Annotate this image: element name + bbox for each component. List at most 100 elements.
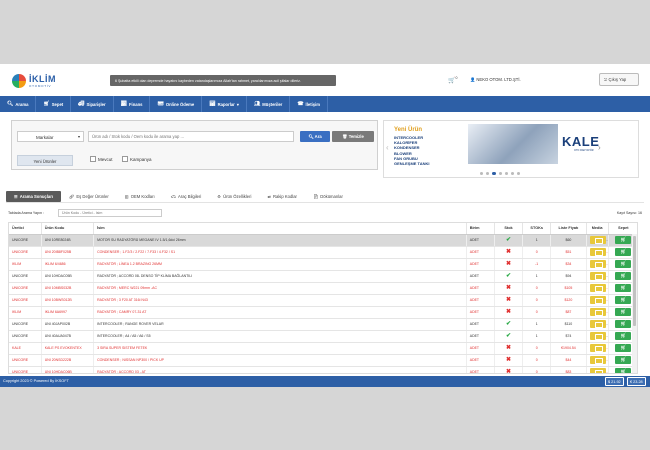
add-to-cart-icon[interactable]: 🛒︎ bbox=[615, 248, 632, 256]
carousel-next-icon[interactable]: › bbox=[598, 143, 601, 152]
add-to-cart-icon[interactable]: 🛒︎ bbox=[615, 236, 632, 244]
add-to-cart-icon[interactable]: 🛒︎ bbox=[615, 284, 632, 292]
cell-stok: ✖ bbox=[494, 258, 524, 271]
cell-birim: ADET bbox=[466, 366, 495, 373]
image-icon[interactable] bbox=[589, 332, 606, 340]
cell-liste-fiyati: $74 bbox=[550, 330, 587, 343]
tab-oem-kodlari[interactable]: ▥ OEM Kodları bbox=[117, 191, 163, 202]
cell-urun-kodu: UNI 10HDAC05B bbox=[41, 270, 95, 283]
tab-urun-ozellikleri[interactable]: ⚙ Ürün Özellikleri bbox=[209, 191, 259, 202]
add-to-cart-icon[interactable]: 🛒︎ bbox=[615, 308, 632, 316]
header-cart[interactable]: 🛒0 bbox=[448, 76, 457, 84]
tab-dokumanlar[interactable]: 📄︎ Dökümanlar bbox=[305, 191, 351, 202]
nav-item-arama[interactable]: 🔍︎ Arama bbox=[0, 96, 37, 112]
user-menu[interactable]: 👤 NEKO OTOM. LTD.ŞTİ. bbox=[470, 77, 521, 83]
carousel-dot[interactable] bbox=[510, 172, 515, 176]
carousel-dot[interactable] bbox=[504, 172, 508, 176]
column-header[interactable]: Media bbox=[586, 223, 609, 235]
phone-icon: ☎ bbox=[297, 101, 304, 107]
image-icon[interactable] bbox=[589, 272, 606, 280]
nav-item-online-odeme[interactable]: 💳︎ Online Ödeme bbox=[150, 96, 203, 112]
add-to-cart-icon[interactable]: 🛒︎ bbox=[615, 368, 632, 373]
table-filter-input[interactable] bbox=[58, 209, 162, 217]
search-input[interactable] bbox=[88, 131, 294, 142]
image-icon[interactable] bbox=[589, 320, 606, 328]
nav-item-musteriler[interactable]: 👥︎ Müşteriler bbox=[247, 96, 291, 112]
add-to-cart-icon[interactable]: 🛒︎ bbox=[615, 344, 632, 352]
carousel-dot[interactable] bbox=[517, 172, 521, 176]
carousel-dot[interactable] bbox=[486, 172, 490, 176]
image-icon[interactable] bbox=[589, 236, 606, 244]
checkbox[interactable] bbox=[90, 156, 96, 162]
carousel-dot[interactable] bbox=[498, 172, 502, 176]
image-icon[interactable] bbox=[589, 344, 606, 352]
brand-select[interactable]: Markalar ▾ bbox=[17, 131, 84, 142]
search-button[interactable]: 🔍︎ Ara bbox=[300, 131, 330, 142]
table-row[interactable]: IKLIM IKLIM 6/4686 RADYATÖR ; LİNEA 1.2 BR… bbox=[9, 258, 637, 271]
cross-icon: ✖ bbox=[506, 345, 512, 351]
clear-button[interactable]: 🗑︎ Temizle bbox=[332, 131, 374, 142]
nav-item-finans[interactable]: 📈︎ Finans bbox=[114, 96, 151, 112]
promo-banner[interactable]: ‹ Yeni Ürün INTERCOOLER KALORİFER KONDEN… bbox=[383, 120, 639, 178]
image-icon[interactable] bbox=[589, 248, 606, 256]
kampanya-checkbox[interactable]: Kampanya bbox=[122, 156, 152, 162]
cell-stoks: 1 bbox=[522, 270, 552, 283]
image-icon[interactable] bbox=[589, 368, 606, 373]
table-row[interactable]: UNICORE UNI 20IB8F025B CONDENSER ; 1.F2/3 … bbox=[9, 246, 637, 259]
carousel-prev-icon[interactable]: ‹ bbox=[386, 143, 389, 152]
table-row[interactable]: UNICORE UNI 40AUA047B INTERCOOLER ; A4 / A… bbox=[9, 330, 637, 343]
nav-item-siparisler[interactable]: 🚚︎ Siparişler bbox=[71, 96, 114, 112]
logo[interactable]: İKLİM OTOMOTİV bbox=[12, 72, 66, 90]
column-header[interactable]: Ürün Kodu bbox=[41, 223, 95, 235]
table-row[interactable]: UNICORE UNI 10HDAC05B RADYATÖR ; ACCORD 08… bbox=[9, 270, 637, 283]
image-icon[interactable] bbox=[589, 284, 606, 292]
nav-item-sepet[interactable]: 🛒︎ Sepet bbox=[36, 96, 72, 112]
table-row[interactable]: UNICORE UNI 10HDAC06B RADYATÖR ; ACCORD 03… bbox=[9, 366, 637, 373]
scrollbar-thumb[interactable] bbox=[633, 236, 636, 326]
table-row[interactable]: UNICORE UNI 10RE8024B MOTOR SU RADYATÖRÜ M… bbox=[9, 234, 637, 247]
image-icon[interactable] bbox=[589, 296, 606, 304]
add-to-cart-icon[interactable]: 🛒︎ bbox=[615, 296, 632, 304]
mevcut-checkbox[interactable]: Mevcut bbox=[90, 156, 113, 162]
image-icon[interactable] bbox=[589, 260, 606, 268]
table-row[interactable]: UNICORE UNI 10BWS012B RADYATÖR ; 3 F20 AT … bbox=[9, 294, 637, 307]
add-to-cart-icon[interactable]: 🛒︎ bbox=[615, 320, 632, 328]
column-header[interactable]: Stok bbox=[494, 223, 524, 235]
nav-item-raporlar[interactable]: 📊︎ Raporlar ▾ bbox=[202, 96, 247, 112]
new-products-button[interactable]: Yeni Ürünler bbox=[17, 155, 73, 166]
table-row[interactable]: UNICORE UNI 40JAP002B INTERCOOLER ; RANGE … bbox=[9, 318, 637, 331]
table-row[interactable]: UNICORE UNI 10MBS032B RADYATÖR ; MERC W221… bbox=[9, 282, 637, 295]
column-header[interactable]: Birim bbox=[466, 223, 495, 235]
add-to-cart-icon[interactable]: 🛒︎ bbox=[615, 260, 632, 268]
table-scrollbar[interactable] bbox=[632, 234, 637, 373]
cell-stok: ✔ bbox=[494, 270, 524, 283]
tab-rakip-kodlar[interactable]: ⇄ Rakip Kodlar bbox=[259, 191, 305, 202]
add-to-cart-icon[interactable]: 🛒︎ bbox=[615, 356, 632, 364]
checkbox[interactable] bbox=[122, 156, 128, 162]
carousel-dot[interactable] bbox=[480, 172, 484, 176]
image-icon[interactable] bbox=[589, 308, 606, 316]
chevron-down-icon: ▾ bbox=[77, 134, 80, 139]
nav-item-iletisim[interactable]: ☎ İletişim bbox=[290, 96, 328, 112]
image-icon[interactable] bbox=[589, 356, 606, 364]
tab-arac-bilgileri[interactable]: 🚗︎ Araç Bilgileri bbox=[163, 191, 210, 202]
column-header[interactable]: Üretici bbox=[9, 223, 42, 235]
add-to-cart-icon[interactable]: 🛒︎ bbox=[615, 272, 632, 280]
table-row[interactable]: KALE KALE PS EVOKENTEX 3 SIRA SUPER SISTEM… bbox=[9, 342, 637, 355]
banner-brand-sub: OTO RADYATÖR bbox=[574, 149, 594, 152]
column-header[interactable]: İsim bbox=[93, 223, 467, 235]
list-icon: ☰ bbox=[14, 194, 18, 199]
table-row[interactable]: IKLIM IKLIM 6A6997 RADYATÖR ; CAMRY 07-31 … bbox=[9, 306, 637, 319]
column-header[interactable]: Sepet bbox=[608, 223, 637, 235]
tab-arama-sonuclari[interactable]: ☰ Arama Sonuçları bbox=[6, 191, 62, 202]
cell-liste-fiyati: €1904.54 bbox=[550, 342, 587, 355]
cell-media bbox=[586, 270, 609, 283]
table-row[interactable]: UNICORE UNI 20NSD222B CONDENSER ; NISSAN N… bbox=[9, 354, 637, 367]
tab-es-deger-urunler[interactable]: 🔗︎ Eş Değer Ürünler bbox=[61, 191, 117, 202]
column-header[interactable]: STOKs bbox=[522, 223, 552, 235]
column-header[interactable]: Liste Fiyatı bbox=[550, 223, 587, 235]
logout-button[interactable]: ⎋ Çıkış Yap bbox=[599, 73, 639, 86]
carousel-dot[interactable] bbox=[492, 172, 496, 176]
add-to-cart-icon[interactable]: 🛒︎ bbox=[615, 332, 632, 340]
checkbox-label: Kampanya bbox=[130, 156, 152, 162]
